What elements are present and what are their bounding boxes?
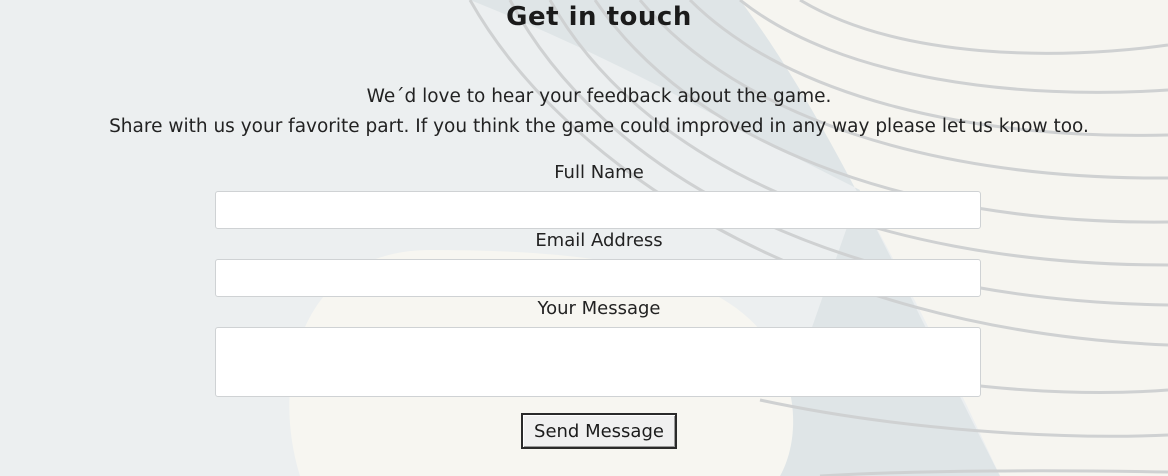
contact-section: Get in touch We´d love to hear your feed… [0, 0, 1168, 476]
intro-line-2: Share with us your favorite part. If you… [109, 116, 1089, 137]
intro-line-1: We´d love to hear your feedback about th… [366, 86, 832, 107]
message-textarea[interactable] [215, 327, 981, 397]
full-name-label: Full Name [554, 162, 644, 183]
full-name-input[interactable] [215, 191, 981, 229]
email-input[interactable] [215, 259, 981, 297]
send-message-button[interactable]: Send Message [521, 413, 677, 449]
message-label: Your Message [537, 298, 661, 319]
email-label: Email Address [535, 230, 663, 251]
page-title: Get in touch [506, 2, 692, 32]
